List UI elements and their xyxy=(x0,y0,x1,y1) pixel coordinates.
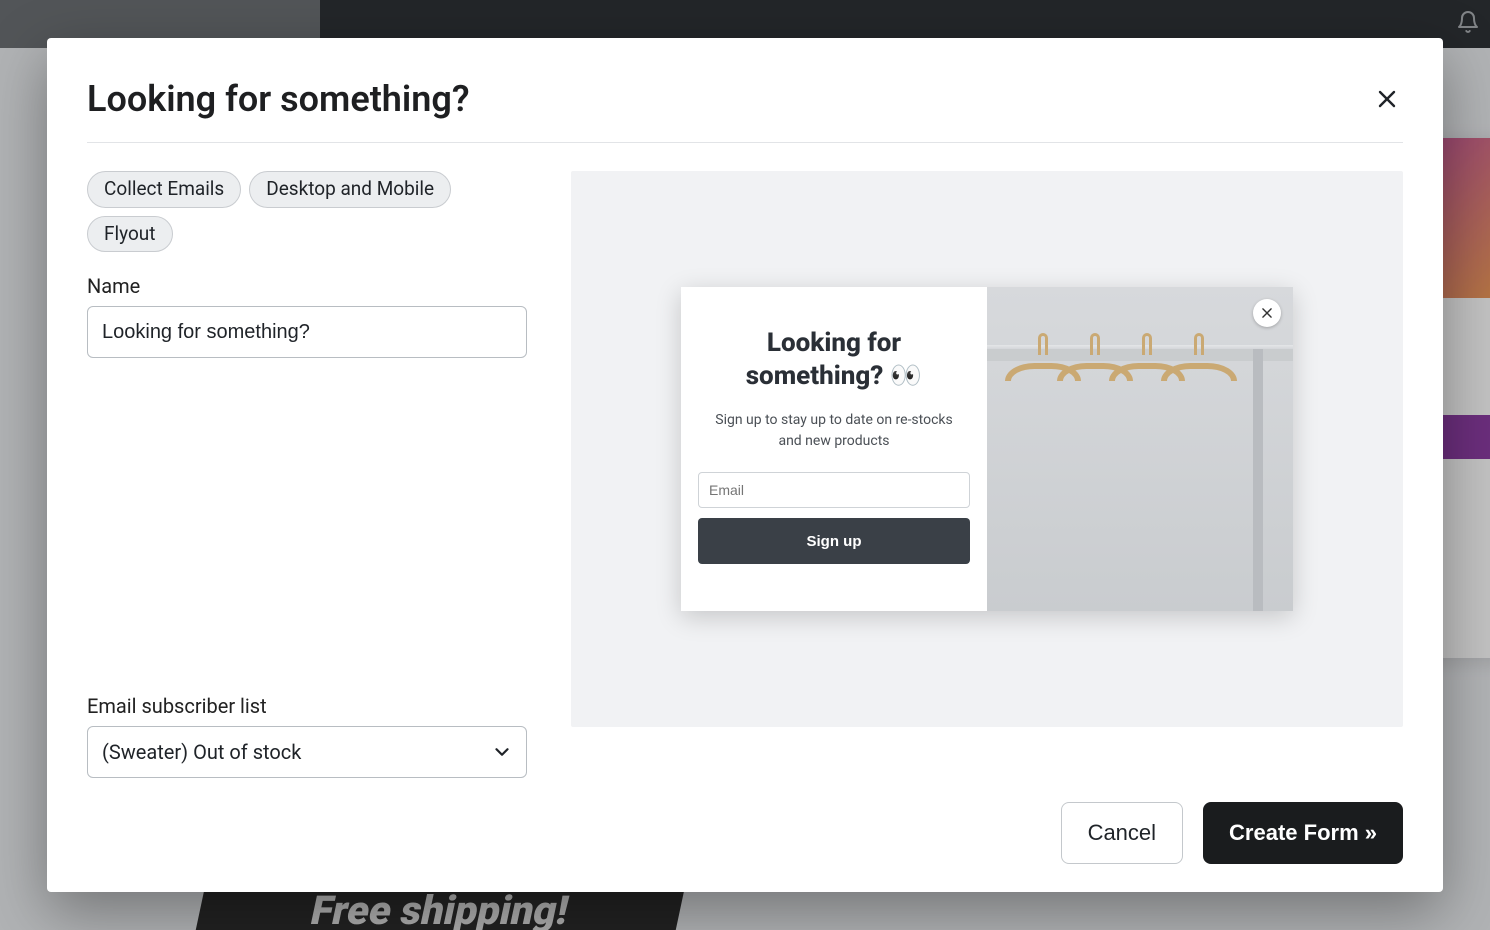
close-button[interactable] xyxy=(1371,83,1403,115)
subscriber-list-select-wrap: (Sweater) Out of stock xyxy=(87,726,527,778)
create-form-modal: Looking for something? Collect Emails De… xyxy=(47,38,1443,892)
preview-flyout: Looking for something? 👀 Sign up to stay… xyxy=(681,287,1293,611)
tag-chips: Collect Emails Desktop and Mobile Flyout xyxy=(87,171,527,252)
chip-flyout: Flyout xyxy=(87,216,173,253)
preview-column: Looking for something? 👀 Sign up to stay… xyxy=(571,171,1403,778)
close-icon xyxy=(1375,87,1399,111)
subscriber-list-select[interactable]: (Sweater) Out of stock xyxy=(87,726,527,778)
modal-body: Collect Emails Desktop and Mobile Flyout… xyxy=(87,171,1403,778)
preview-signup-button[interactable]: Sign up xyxy=(698,518,970,564)
modal-header: Looking for something? xyxy=(87,78,1403,143)
subscriber-list-label: Email subscriber list xyxy=(87,694,527,718)
preview-email-input[interactable] xyxy=(698,472,970,508)
cancel-button[interactable]: Cancel xyxy=(1061,802,1183,864)
preview-subtitle: Sign up to stay up to date on re-stocks … xyxy=(709,410,959,452)
preview-title: Looking for something? 👀 xyxy=(709,327,959,392)
close-icon xyxy=(1260,306,1274,320)
create-form-button[interactable]: Create Form » xyxy=(1203,802,1403,864)
subscriber-list-value: (Sweater) Out of stock xyxy=(102,740,301,764)
preview-hanger-4 xyxy=(1161,351,1237,403)
preview-close-button[interactable] xyxy=(1253,299,1281,327)
chip-desktop-mobile: Desktop and Mobile xyxy=(249,171,451,208)
preview-pole xyxy=(1253,349,1263,611)
modal-title: Looking for something? xyxy=(87,78,470,120)
preview-left: Looking for something? 👀 Sign up to stay… xyxy=(681,287,987,611)
name-label: Name xyxy=(87,274,527,298)
spacer xyxy=(87,358,527,694)
form-column: Collect Emails Desktop and Mobile Flyout… xyxy=(87,171,527,778)
modal-footer: Cancel Create Form » xyxy=(87,802,1403,864)
preview-image xyxy=(987,287,1293,611)
chip-collect-emails: Collect Emails xyxy=(87,171,241,208)
preview-pane: Looking for something? 👀 Sign up to stay… xyxy=(571,171,1403,727)
name-input[interactable] xyxy=(87,306,527,358)
preview-photo xyxy=(987,287,1293,611)
